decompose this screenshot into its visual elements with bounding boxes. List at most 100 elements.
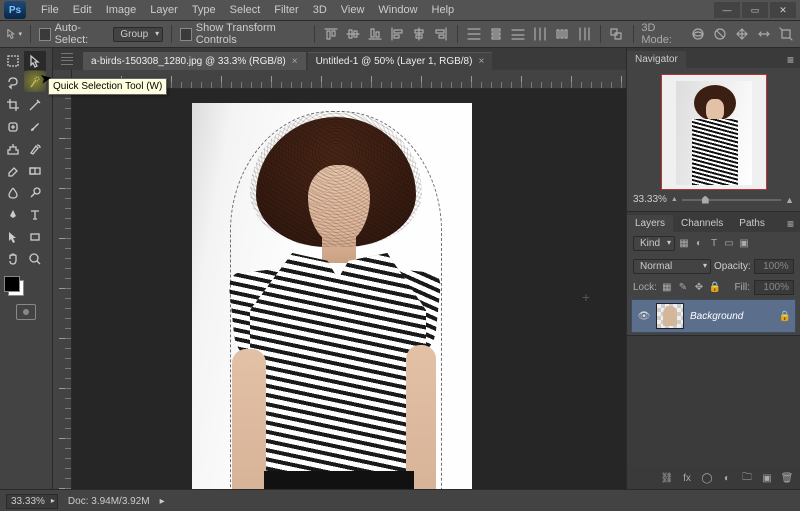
distribute-right-icon[interactable] [576,25,592,43]
3d-roll-icon[interactable] [712,25,728,43]
align-left-icon[interactable] [389,25,405,43]
navigator-tab[interactable]: Navigator [627,51,686,68]
document-tab-1[interactable]: a-birds-150308_1280.jpg @ 33.3% (RGB/8)× [83,52,306,70]
layer-visibility-icon[interactable]: 👁 [632,311,656,322]
menu-3d[interactable]: 3D [306,0,334,20]
layer-locked-icon[interactable]: 🔒 [775,311,795,322]
layer-row-background[interactable]: 👁 Background 🔒 [631,299,796,333]
window-minimize-button[interactable]: — [714,2,740,18]
brush-tool[interactable] [24,117,46,137]
document-tab-2[interactable]: Untitled-1 @ 50% (Layer 1, RGB/8)× [308,52,493,70]
filter-shape-icon[interactable]: ▭ [723,238,735,250]
navigator-thumbnail[interactable] [661,74,767,190]
menu-edit[interactable]: Edit [66,0,99,20]
3d-slide-icon[interactable] [756,25,772,43]
adjustment-layer-icon[interactable]: ◐ [720,471,734,485]
menu-select[interactable]: Select [223,0,268,20]
3d-orbit-icon[interactable] [690,25,706,43]
close-tab-icon[interactable]: × [292,56,298,67]
eyedropper-tool[interactable] [24,95,46,115]
panel-menu-icon[interactable]: ≡ [781,52,800,68]
path-selection-tool[interactable] [2,227,24,247]
zoom-out-icon[interactable]: ▲ [671,196,678,203]
fill-value[interactable]: 100% [754,280,794,295]
zoom-field[interactable]: 33.33% [6,494,58,509]
menu-help[interactable]: Help [425,0,462,20]
blur-tool[interactable] [2,183,24,203]
layer-fx-icon[interactable]: fx [680,471,694,485]
3d-scale-icon[interactable] [778,25,794,43]
close-tab-icon[interactable]: × [478,56,484,67]
history-brush-tool[interactable] [24,139,46,159]
quick-mask-button[interactable] [16,304,36,320]
align-top-icon[interactable] [323,25,339,43]
align-bottom-icon[interactable] [367,25,383,43]
auto-select-scope-combo[interactable]: Group [113,27,163,42]
menu-filter[interactable]: Filter [267,0,305,20]
eraser-tool[interactable] [2,161,24,181]
layer-name[interactable]: Background [690,311,775,322]
layers-tab[interactable]: Layers [627,215,673,232]
hand-tool[interactable] [2,249,24,269]
rect-marquee-tool[interactable] [2,51,24,71]
canvas[interactable]: + [72,89,626,489]
auto-select-checkbox[interactable]: Auto-Select: [39,22,107,46]
trash-icon[interactable]: 🗑 [780,471,794,485]
paths-tab[interactable]: Paths [731,215,773,232]
distribute-hcenter-icon[interactable] [554,25,570,43]
menu-type[interactable]: Type [185,0,223,20]
healing-brush-tool[interactable] [2,117,24,137]
filter-adjustment-icon[interactable]: ◐ [693,238,705,250]
crop-tool[interactable] [2,95,24,115]
status-menu-icon[interactable]: ▸ [160,496,165,507]
gradient-tool[interactable] [24,161,46,181]
distribute-left-icon[interactable] [532,25,548,43]
align-hcenter-icon[interactable] [411,25,427,43]
navigator-zoom-slider[interactable] [682,195,781,205]
lock-position-icon[interactable]: ✥ [693,282,705,294]
menu-image[interactable]: Image [99,0,144,20]
distribute-vcenter-icon[interactable] [488,25,504,43]
lock-pixels-icon[interactable]: ✎ [677,282,689,294]
filter-pixel-icon[interactable]: ▦ [678,238,690,250]
layer-thumbnail[interactable] [656,303,684,329]
channels-tab[interactable]: Channels [673,215,731,232]
blend-mode-combo[interactable]: Normal [633,259,711,274]
new-layer-icon[interactable]: ▣ [760,471,774,485]
zoom-in-icon[interactable]: ▲ [785,195,794,205]
rectangle-tool[interactable] [24,227,46,247]
menu-layer[interactable]: Layer [143,0,185,20]
vertical-ruler[interactable] [53,89,72,489]
type-tool[interactable] [24,205,46,225]
move-tool[interactable] [24,51,46,71]
pen-tool[interactable] [2,205,24,225]
panel-menu-icon[interactable]: ≡ [781,216,800,232]
group-icon[interactable]: 🗀 [740,471,754,485]
color-swatches[interactable] [4,276,24,296]
lock-all-icon[interactable]: 🔒 [709,282,721,294]
menu-window[interactable]: Window [371,0,424,20]
layer-mask-icon[interactable]: ◯ [700,471,714,485]
lasso-tool[interactable] [2,73,24,93]
zoom-tool[interactable] [24,249,46,269]
3d-pan-icon[interactable] [734,25,750,43]
window-maximize-button[interactable]: ▭ [742,2,768,18]
window-close-button[interactable]: ✕ [770,2,796,18]
show-transform-checkbox[interactable]: Show Transform Controls [180,22,306,46]
auto-align-icon[interactable] [608,25,624,43]
layer-filter-kind-combo[interactable]: Kind [633,236,675,251]
filter-type-icon[interactable]: T [708,238,720,250]
filter-smart-icon[interactable]: ▣ [738,238,750,250]
distribute-top-icon[interactable] [466,25,482,43]
align-right-icon[interactable] [433,25,449,43]
opacity-value[interactable]: 100% [754,259,794,274]
menu-file[interactable]: File [34,0,66,20]
tab-grip-icon[interactable] [61,52,73,66]
align-vcenter-icon[interactable] [345,25,361,43]
lock-transparency-icon[interactable]: ▦ [661,282,673,294]
dodge-tool[interactable] [24,183,46,203]
menu-view[interactable]: View [334,0,372,20]
link-layers-icon[interactable]: ⛓ [660,471,674,485]
distribute-bottom-icon[interactable] [510,25,526,43]
clone-stamp-tool[interactable] [2,139,24,159]
